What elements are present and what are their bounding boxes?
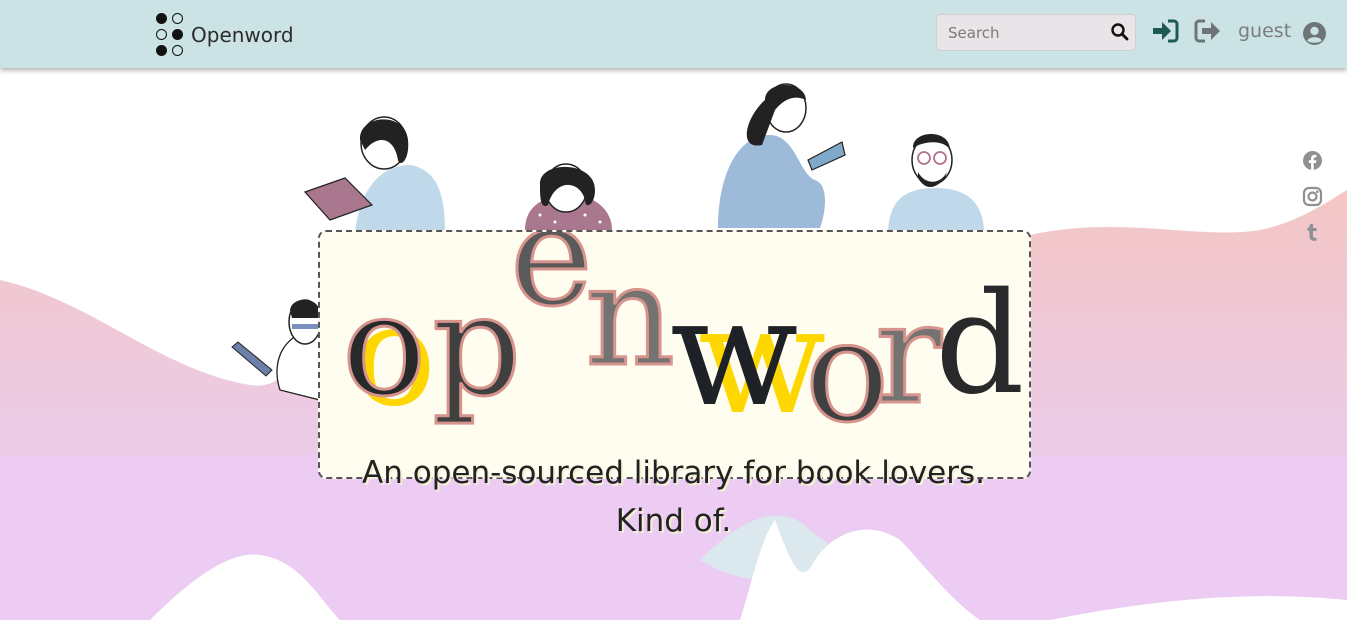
search-icon[interactable] [1110, 22, 1130, 42]
letter-p: p [432, 265, 522, 428]
hero-title-box: o w o p e n w o r d [318, 230, 1031, 479]
user-circle-icon[interactable] [1302, 21, 1327, 46]
tagline-line-2: Kind of. [615, 503, 732, 539]
brand-name: Openword [191, 23, 294, 47]
tumblr-icon[interactable] [1302, 222, 1323, 243]
tagline-line-1: An open-sourced library for book lovers. [362, 455, 985, 491]
reader-left-reclining [231, 299, 322, 401]
letter-d: d [935, 263, 1025, 426]
user-name[interactable]: guest [1238, 20, 1291, 42]
navbar: Openword guest [0, 0, 1347, 68]
brand-link[interactable]: Openword [155, 13, 294, 57]
braille-logo-icon [155, 13, 185, 57]
search-box [936, 14, 1136, 51]
reader-pink-book [303, 116, 445, 232]
reader-glasses-man [888, 134, 984, 230]
openword-logotype: o w o p e n w o r d [341, 232, 1025, 456]
reader-ponytail [718, 83, 846, 228]
letter-o1: o [342, 265, 426, 428]
letter-w: w [670, 266, 798, 440]
letter-r: r [875, 273, 942, 436]
sign-in-icon[interactable] [1151, 18, 1179, 44]
instagram-icon[interactable] [1302, 186, 1323, 207]
facebook-icon[interactable] [1302, 150, 1323, 171]
sign-out-icon[interactable] [1194, 18, 1222, 44]
letter-e: e [510, 232, 593, 338]
reader-dotted-shirt [525, 163, 612, 230]
letter-n: n [585, 235, 675, 398]
search-input[interactable] [937, 15, 1107, 50]
